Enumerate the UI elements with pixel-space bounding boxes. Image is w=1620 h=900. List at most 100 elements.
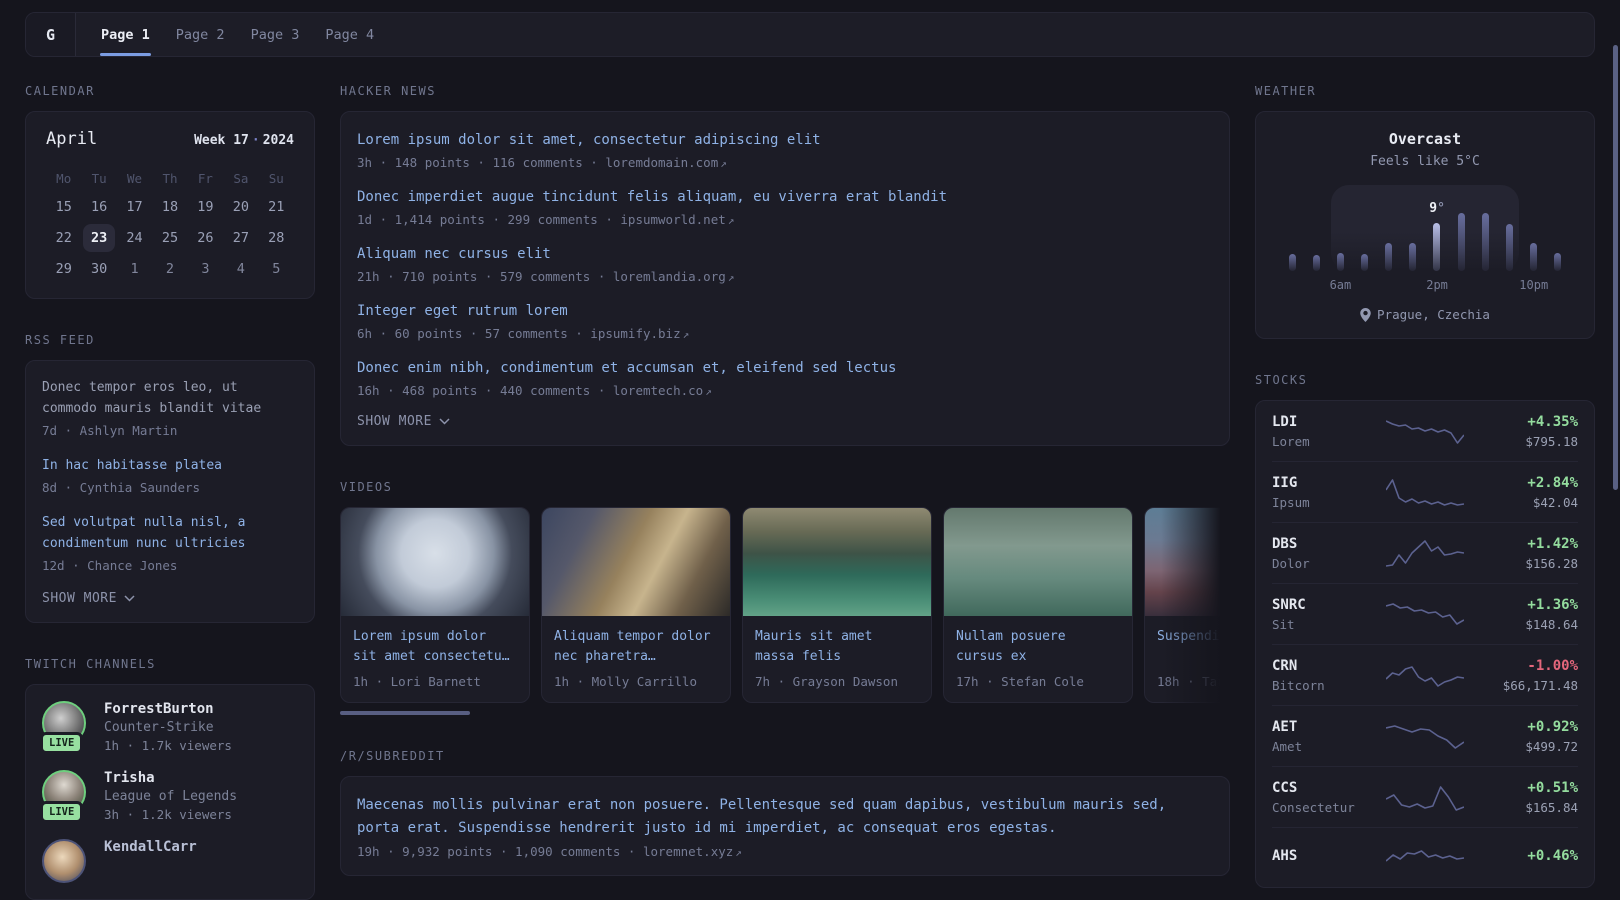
video-title[interactable]: Nullam posuere cursus ex	[956, 627, 1120, 667]
stock-ticker: CRN	[1272, 658, 1298, 674]
carousel-scrollbar-thumb[interactable]	[340, 711, 470, 715]
stock-price: $156.28	[1525, 556, 1578, 571]
current-temp-label: 9°	[1429, 201, 1445, 216]
calendar-day: 20	[232, 198, 249, 215]
subreddit-list: Maecenas mollis pulvinar erat non posuer…	[357, 794, 1213, 859]
news-item: Donec imperdiet augue tincidunt felis al…	[357, 186, 1213, 227]
video-card[interactable]: Lorem ipsum dolor sit amet consectetu… 1…	[340, 507, 530, 703]
twitch-channel-game: Counter-Strike	[104, 720, 214, 735]
news-item-title[interactable]: Donec imperdiet augue tincidunt felis al…	[357, 186, 1213, 208]
stock-ticker: SNRC	[1272, 597, 1306, 613]
video-thumbnail[interactable]	[341, 508, 529, 616]
weather-feels-like: Feels like 5°C	[1370, 154, 1480, 169]
rss-item-title[interactable]: In hac habitasse platea	[42, 455, 298, 476]
external-link-icon[interactable]: ↗	[735, 846, 742, 859]
video-title[interactable]: Suspendisse diam	[1157, 627, 1230, 667]
twitch-channel-name[interactable]: ForrestBurton	[104, 701, 232, 717]
weekday-label: We	[127, 170, 143, 186]
page-scrollbar-thumb[interactable]	[1613, 45, 1618, 490]
weather-time-axis: 6am 2pm 10pm	[1280, 278, 1570, 295]
rss-item-meta: 12d · Chance Jones	[42, 558, 178, 573]
time-tick-label: 10pm	[1519, 278, 1549, 292]
rss-item-meta: 8d · Cynthia Saunders	[42, 480, 201, 495]
left-column: CALENDAR April Week 17 · 2024 Mo Tu We Th Fr Sa…	[25, 84, 315, 900]
video-card[interactable]: Aliquam tempor dolor nec pharetra… 1h · …	[541, 507, 731, 703]
stock-row[interactable]: SNRC Sit +1.36% $148.64	[1272, 583, 1578, 644]
news-item-title[interactable]: Integer eget rutrum lorem	[357, 300, 1213, 322]
video-title[interactable]: Mauris sit amet massa felis	[755, 627, 919, 667]
separator-dot: ·	[251, 133, 260, 148]
stock-change-percent: +1.36%	[1527, 597, 1578, 613]
news-item-title[interactable]: Lorem ipsum dolor sit amet, consectetur …	[357, 129, 1213, 151]
tab-page-2[interactable]: Page 2	[163, 13, 238, 56]
stock-price: $499.72	[1525, 739, 1578, 754]
stock-change-percent: +4.35%	[1527, 414, 1578, 430]
rss-item-title[interactable]: Donec tempor eros leo, ut commodo mauris…	[42, 377, 298, 419]
video-thumbnail[interactable]	[944, 508, 1132, 616]
news-item-title[interactable]: Maecenas mollis pulvinar erat non posuer…	[357, 794, 1213, 840]
right-column: WEATHER Overcast Feels like 5°C 9° 6am 2p…	[1255, 84, 1595, 888]
stock-row[interactable]: LDI Lorem +4.35% $795.18	[1272, 401, 1578, 461]
calendar-section-label: CALENDAR	[25, 84, 95, 98]
video-card[interactable]: Suspendisse diam 18h · Tara	[1144, 507, 1230, 703]
twitch-channel-row[interactable]: LIVE Trisha League of Legends 3h · 1.2k …	[40, 770, 298, 823]
rss-list: Donec tempor eros leo, ut commodo mauris…	[42, 377, 298, 575]
subreddit-card: Maecenas mollis pulvinar erat non posuer…	[340, 776, 1230, 876]
weekday-label: Sa	[233, 170, 249, 186]
external-link-icon[interactable]: ↗	[728, 271, 735, 284]
weather-bar	[1505, 224, 1513, 271]
weather-bar	[1457, 213, 1465, 271]
stock-ticker: CCS	[1272, 780, 1298, 796]
video-thumbnail[interactable]	[1145, 508, 1230, 616]
news-item-title[interactable]: Aliquam nec cursus elit	[357, 243, 1213, 265]
stock-row[interactable]: IIG Ipsum +2.84% $42.04	[1272, 461, 1578, 522]
video-meta: 1h · Molly Carrillo	[554, 674, 697, 689]
stock-row[interactable]: CCS Consectetur +0.51% $165.84	[1272, 766, 1578, 827]
show-more-label: SHOW MORE	[357, 414, 432, 429]
stock-row[interactable]: AET Amet +0.92% $499.72	[1272, 705, 1578, 766]
news-item-meta: 16h · 468 points · 440 comments · loremt…	[357, 383, 712, 398]
weather-bar	[1361, 254, 1369, 271]
stock-row[interactable]: DBS Dolor +1.42% $156.28	[1272, 522, 1578, 583]
calendar-day: 24	[126, 229, 143, 246]
external-link-icon[interactable]: ↗	[728, 214, 735, 227]
rss-section-label: RSS FEED	[25, 333, 95, 347]
weather-bar	[1529, 243, 1537, 271]
stocks-section-label: STOCKS	[1255, 373, 1308, 387]
twitch-section-label: TWITCH CHANNELS	[25, 657, 156, 671]
external-link-icon[interactable]: ↗	[705, 385, 712, 398]
rss-item-title[interactable]: Sed volutpat nulla nisl, a condimentum n…	[42, 512, 298, 554]
news-item-title[interactable]: Donec enim nibh, condimentum et accumsan…	[357, 357, 1213, 379]
avatar	[42, 839, 86, 883]
twitch-channel-meta: 3h · 1.2k viewers	[104, 807, 232, 822]
calendar-day: 29	[55, 260, 72, 277]
external-link-icon[interactable]: ↗	[720, 157, 727, 170]
video-title[interactable]: Aliquam tempor dolor nec pharetra…	[554, 627, 718, 667]
video-thumbnail[interactable]	[743, 508, 931, 616]
stock-row[interactable]: CRN Bitcorn -1.00% $66,171.48	[1272, 644, 1578, 705]
calendar-card: April Week 17 · 2024 Mo Tu We Th Fr Sa Su 15 16 17 1…	[25, 111, 315, 299]
app-logo[interactable]: G	[26, 13, 76, 56]
video-card[interactable]: Nullam posuere cursus ex 17h · Stefan Co…	[943, 507, 1133, 703]
video-card[interactable]: Mauris sit amet massa felis 7h · Grayson…	[742, 507, 932, 703]
calendar-day: 18	[161, 198, 179, 215]
external-link-icon[interactable]: ↗	[683, 328, 690, 341]
tab-page-1[interactable]: Page 1	[88, 13, 163, 56]
stock-sparkline	[1386, 665, 1464, 687]
hackernews-list: Lorem ipsum dolor sit amet, consectetur …	[357, 129, 1213, 398]
rss-show-more-button[interactable]: SHOW MORE	[42, 591, 298, 606]
stock-price: $795.18	[1525, 434, 1578, 449]
hackernews-show-more-button[interactable]: SHOW MORE	[357, 414, 1213, 429]
twitch-channel-row[interactable]: KendallCarr	[42, 839, 298, 883]
twitch-channel-name[interactable]: Trisha	[104, 770, 237, 786]
twitch-card: LIVE ForrestBurton Counter-Strike 1h · 1…	[25, 684, 315, 900]
video-thumbnail[interactable]	[542, 508, 730, 616]
tab-page-4[interactable]: Page 4	[312, 13, 387, 56]
stock-row[interactable]: AHS +0.46%	[1272, 827, 1578, 887]
calendar-day: 3	[201, 260, 210, 277]
twitch-channel-name[interactable]: KendallCarr	[104, 839, 197, 855]
tab-page-3[interactable]: Page 3	[238, 13, 313, 56]
rss-item: Sed volutpat nulla nisl, a condimentum n…	[42, 512, 298, 575]
video-title[interactable]: Lorem ipsum dolor sit amet consectetu…	[353, 627, 517, 667]
twitch-channel-row[interactable]: LIVE ForrestBurton Counter-Strike 1h · 1…	[40, 701, 298, 754]
